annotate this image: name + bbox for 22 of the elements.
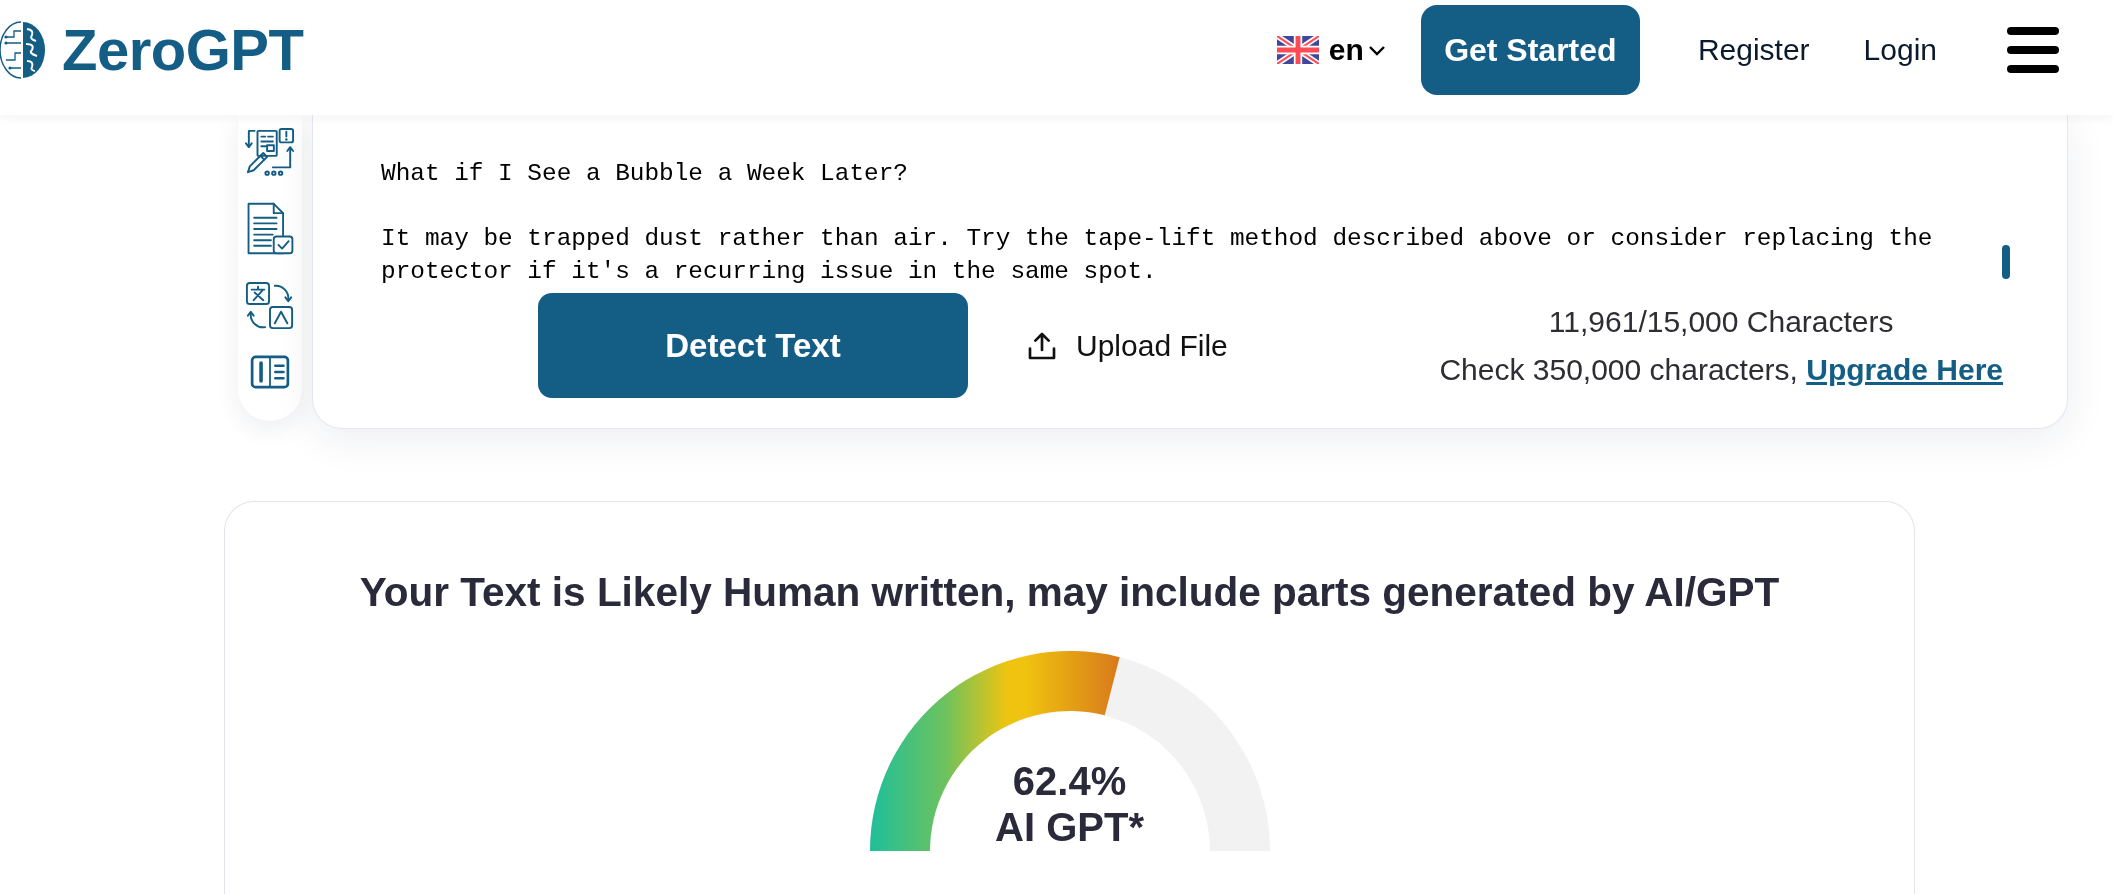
- character-count: 11,961/15,000 Characters: [1547, 303, 1895, 340]
- detect-text-button[interactable]: Detect Text: [538, 293, 968, 398]
- document-pencil-icon[interactable]: [244, 127, 296, 177]
- split-panel-icon[interactable]: [249, 355, 291, 389]
- translate-icon[interactable]: [245, 281, 295, 331]
- chevron-down-icon: [1367, 44, 1386, 56]
- language-selector[interactable]: en: [1276, 35, 1386, 65]
- nav-link[interactable]: Login: [1863, 32, 1937, 68]
- result-heading: Your Text is Likely Human written, may include parts generated by AI/GPT: [359, 568, 1780, 616]
- gauge-label: AI GPT*: [994, 804, 1145, 850]
- logo-text[interactable]: ZeroGPT: [62, 21, 304, 79]
- uk-flag-icon: [1276, 36, 1319, 64]
- scrollbar-thumb[interactable]: [2002, 245, 2010, 279]
- upgrade-link[interactable]: Upgrade Here: [1806, 352, 2003, 386]
- menu-icon[interactable]: [2007, 27, 2059, 73]
- get-started-button[interactable]: Get Started: [1420, 5, 1640, 95]
- upload-file-button[interactable]: Upload File: [1026, 323, 1228, 368]
- gauge-value: 62.4%: [1011, 758, 1128, 804]
- document-check-icon[interactable]: [245, 201, 295, 257]
- nav-link[interactable]: Register: [1697, 32, 1810, 68]
- upgrade-note: Check 350,000 characters, Upgrade Here: [1439, 351, 2003, 388]
- text-input-field[interactable]: What if I See a Bubble a Week Later? It may be trapped dust rather than air. Try the tape-lift method described above or consider replacing the protector if it's a recurring issue in the same spot.: [381, 158, 1981, 288]
